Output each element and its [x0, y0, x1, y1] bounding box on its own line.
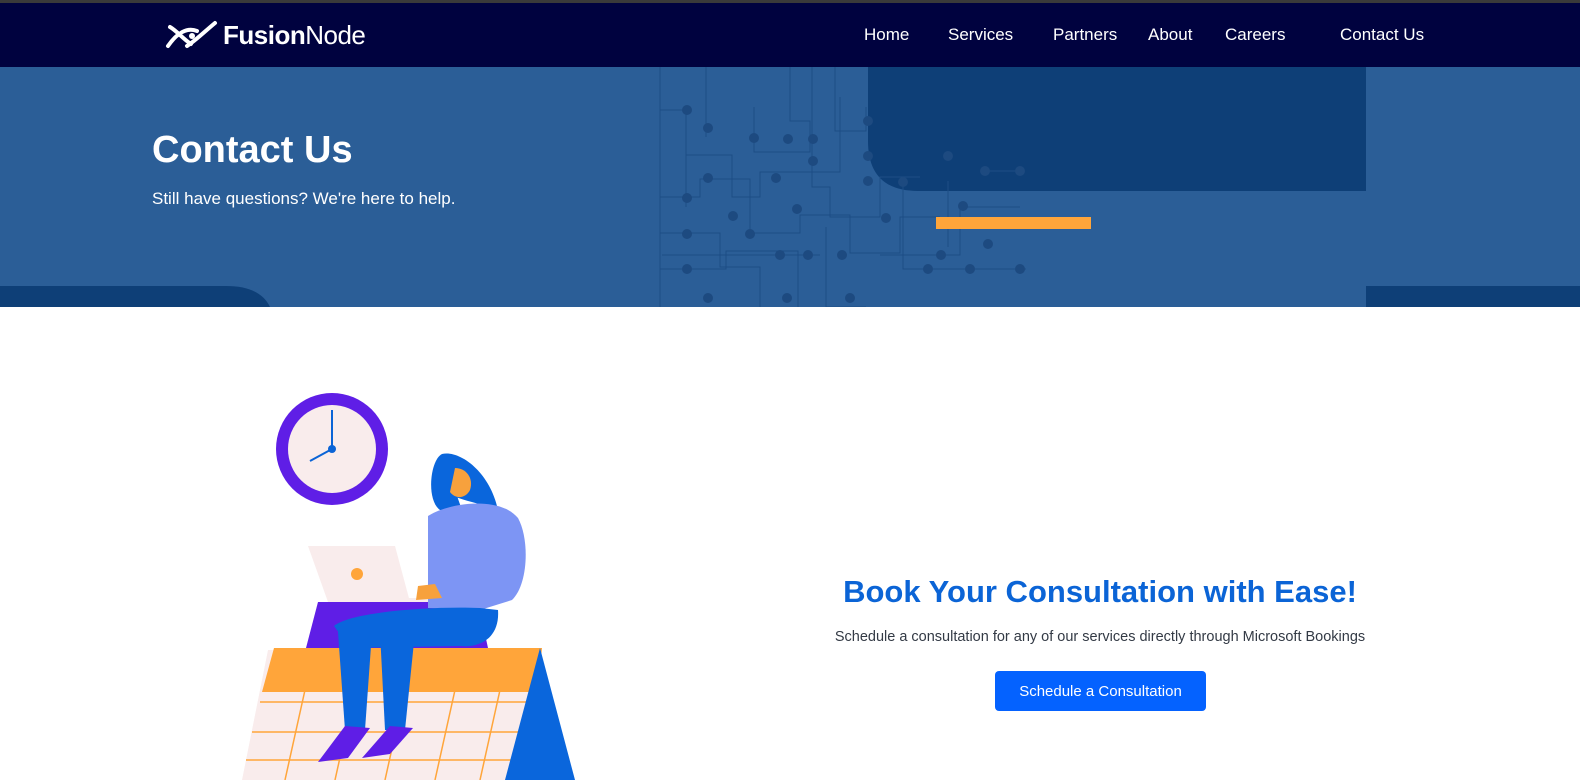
- booking-description: Schedule a consultation for any of our s…: [834, 629, 1366, 645]
- hero-banner: Contact Us Still have questions? We're h…: [0, 67, 1580, 307]
- navbar: FusionNode Home Services Partners About …: [0, 3, 1580, 67]
- brand-logo[interactable]: FusionNode: [165, 19, 366, 51]
- nav-careers[interactable]: Careers: [1225, 25, 1285, 45]
- nav-partners[interactable]: Partners: [1053, 25, 1117, 45]
- page-subtitle: Still have questions? We're here to help…: [152, 189, 456, 208]
- brand-name: FusionNode: [223, 19, 366, 50]
- nav-services[interactable]: Services: [948, 25, 1013, 45]
- nav-about[interactable]: About: [1148, 25, 1192, 45]
- schedule-consultation-button[interactable]: Schedule a Consultation: [995, 671, 1206, 711]
- circuit-background-art: [0, 67, 1580, 307]
- fusionnode-logo-icon: [166, 21, 217, 48]
- nav-contact-us[interactable]: Contact Us: [1340, 25, 1424, 45]
- nav-home[interactable]: Home: [864, 25, 909, 45]
- page-title: Contact Us: [152, 129, 353, 171]
- woman-with-laptop-calendar-illustration: [242, 393, 575, 780]
- booking-title: Book Your Consultation with Ease!: [843, 574, 1357, 609]
